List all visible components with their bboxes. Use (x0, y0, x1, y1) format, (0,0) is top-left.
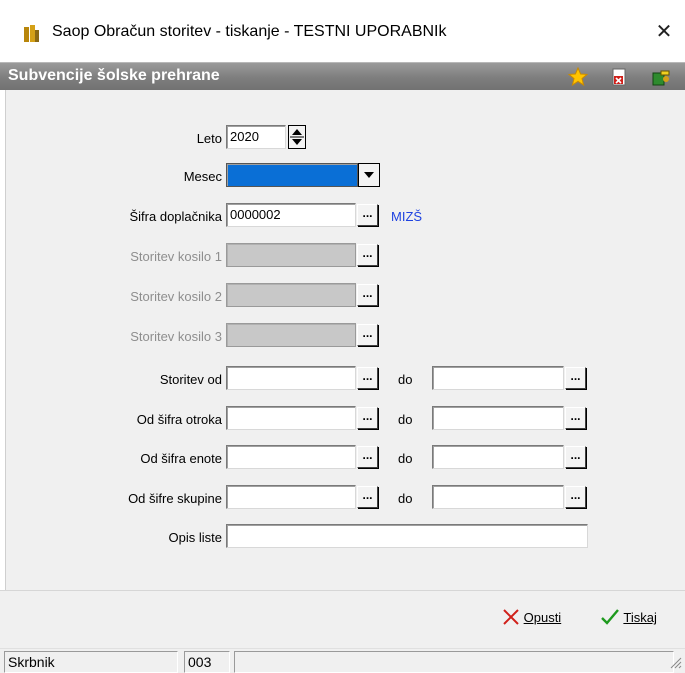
mesec-dropdown-button[interactable] (358, 163, 380, 187)
storitev-kosilo-2-label: Storitev kosilo 2 (130, 289, 222, 304)
window-titlebar: Saop Obračun storitev - tiskanje - TESTN… (0, 0, 685, 62)
storitev-do-label: do (398, 372, 413, 387)
storitev-kosilo-1-input (226, 243, 356, 267)
print-button[interactable]: Tiskaj (600, 608, 657, 628)
od-sifre-skupine-label: Od šifre skupine (128, 491, 222, 506)
status-extra (234, 651, 674, 673)
status-code: 003 (184, 651, 230, 673)
storitev-od-label: Storitev od (159, 372, 222, 387)
print-label: Tiskaj (623, 610, 657, 625)
storitev-od-browse-button[interactable]: ... (357, 367, 378, 389)
sifra-doplacnika-browse-button[interactable]: ... (357, 204, 378, 226)
storitev-kosilo-1-label: Storitev kosilo 1 (130, 249, 222, 264)
od-sifra-enote-input[interactable] (226, 445, 356, 469)
mesec-select[interactable] (226, 163, 358, 187)
storitev-kosilo-1-browse-button[interactable]: ... (357, 244, 378, 266)
form-area: Leto 2020 Mesec Šifra doplačnika 0000002… (0, 90, 685, 590)
app-logo-icon (24, 25, 39, 42)
star-icon[interactable] (568, 67, 588, 87)
od-sifra-otroka-input[interactable] (226, 406, 356, 430)
leto-label: Leto (196, 131, 222, 146)
storitev-kosilo-3-label: Storitev kosilo 3 (130, 329, 222, 344)
opis-liste-input[interactable] (226, 524, 588, 548)
page-title: Subvencije šolske prehrane (8, 67, 220, 84)
otroka-do-input[interactable] (432, 406, 564, 430)
otroka-do-browse-button[interactable]: ... (565, 407, 586, 429)
spinner-arrows-icon (290, 129, 304, 145)
window-title: Saop Obračun storitev - tiskanje - TESTN… (52, 23, 447, 40)
status-user: Skrbnik (4, 651, 178, 673)
od-sifra-enote-browse-button[interactable]: ... (357, 446, 378, 468)
od-sifre-skupine-browse-button[interactable]: ... (357, 486, 378, 508)
close-button[interactable]: ✕ (650, 18, 678, 46)
resize-grip-icon[interactable] (668, 655, 682, 669)
storitev-od-input[interactable] (226, 366, 356, 390)
storitev-do-input[interactable] (432, 366, 564, 390)
footer-divider (0, 590, 685, 591)
od-sifra-otroka-browse-button[interactable]: ... (357, 407, 378, 429)
od-sifre-skupine-input[interactable] (226, 485, 356, 509)
enote-do-input[interactable] (432, 445, 564, 469)
status-bar: Skrbnik 003 (0, 648, 685, 673)
exit-icon[interactable] (651, 67, 671, 87)
storitev-kosilo-3-input (226, 323, 356, 347)
doplacnik-name-link[interactable]: MIZŠ (391, 209, 422, 224)
od-sifra-otroka-label: Od šifra otroka (136, 412, 222, 427)
mesec-label: Mesec (183, 169, 222, 184)
sifra-doplacnika-input[interactable]: 0000002 (226, 203, 356, 227)
chevron-down-icon (364, 172, 374, 178)
cancel-label: Opusti (523, 610, 562, 625)
storitev-kosilo-3-browse-button[interactable]: ... (357, 324, 378, 346)
leto-input[interactable]: 2020 (226, 125, 286, 149)
skupine-do-browse-button[interactable]: ... (565, 486, 586, 508)
cancel-button[interactable]: Opusti (502, 608, 561, 628)
storitev-do-browse-button[interactable]: ... (565, 367, 586, 389)
skupine-do-label: do (398, 491, 413, 506)
close-x-icon (503, 609, 519, 625)
checkmark-icon (601, 609, 619, 625)
enote-do-label: do (398, 451, 413, 466)
enote-do-browse-button[interactable]: ... (565, 446, 586, 468)
form-header: Subvencije šolske prehrane (0, 62, 685, 90)
opis-liste-label: Opis liste (168, 530, 222, 545)
delete-report-icon[interactable] (609, 67, 629, 87)
storitev-kosilo-2-input (226, 283, 356, 307)
skupine-do-input[interactable] (432, 485, 564, 509)
od-sifra-enote-label: Od šifra enote (140, 451, 222, 466)
otroka-do-label: do (398, 412, 413, 427)
storitev-kosilo-2-browse-button[interactable]: ... (357, 284, 378, 306)
leto-spinner[interactable] (288, 125, 306, 149)
sifra-doplacnika-label: Šifra doplačnika (129, 209, 223, 224)
